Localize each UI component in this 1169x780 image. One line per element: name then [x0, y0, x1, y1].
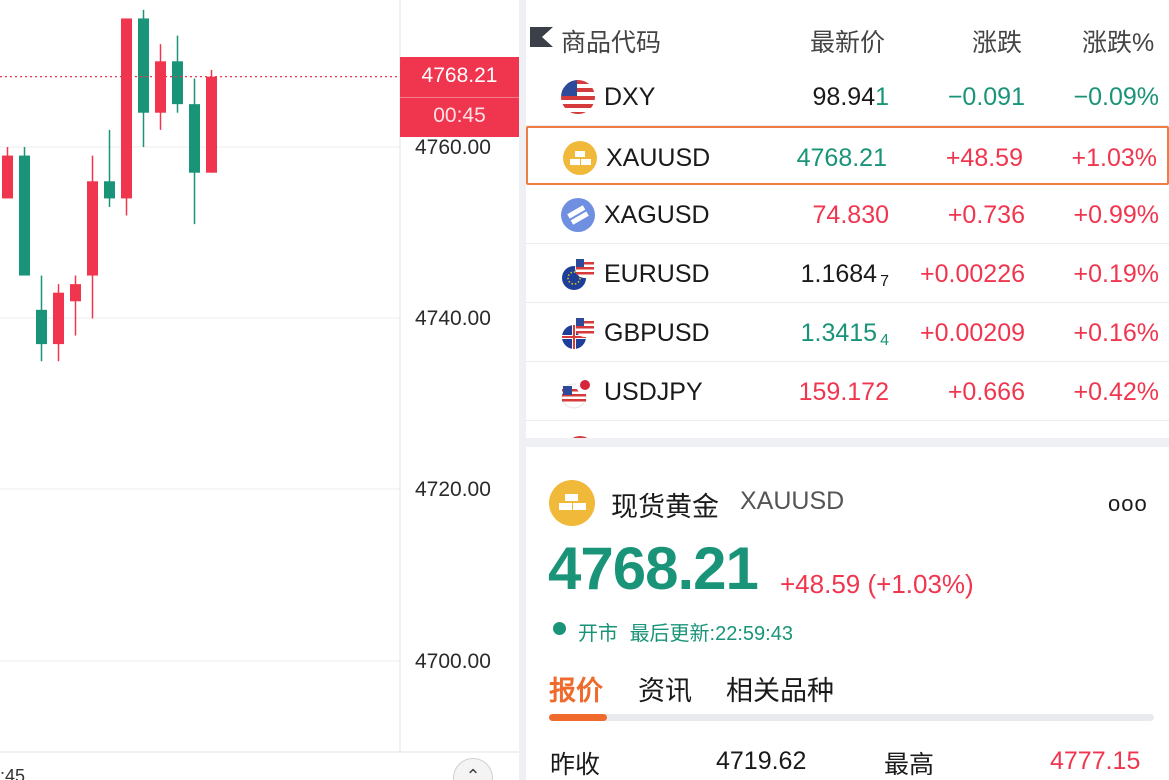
gold-bars-icon [563, 141, 597, 175]
quote-value-prev-close: 4719.62 [716, 747, 807, 775]
change-percent: +0.16% [1073, 319, 1160, 347]
candle-body [87, 181, 98, 276]
symbol-label: XAGUSD [604, 201, 710, 229]
last-price: 1.1684 7 [801, 260, 889, 291]
last-price-suffix: 1 [875, 83, 889, 111]
pane-divider[interactable] [519, 0, 526, 780]
last-price-main: 1.3415 [800, 319, 878, 347]
candle-body [121, 18, 132, 199]
symbol-label: GBPUSD [604, 319, 710, 347]
watchlist-row-partial[interactable] [526, 422, 1169, 438]
watchlist-row-xagusd[interactable]: XAGUSD 74.830 +0.736 +0.99% [526, 185, 1169, 244]
column-header-symbol[interactable]: 商品代码 [561, 23, 661, 59]
change-value: +0.00209 [920, 319, 1025, 347]
watchlist: 商品代码 最新价 涨跌 涨跌% DXY 98.941 −0.091 −0.09% XAU… [526, 0, 1169, 438]
symbol-label: DXY [604, 83, 656, 111]
candle-body [155, 61, 166, 113]
quote-value-high: 4777.15 [1050, 747, 1141, 775]
change-value: +0.666 [947, 378, 1025, 406]
tab-related[interactable]: 相关品种 [726, 669, 834, 708]
instrument-code: XAUUSD [740, 487, 845, 515]
column-header-change[interactable]: 涨跌 [972, 23, 1022, 59]
current-price-tag: 4768.21 00:45 [400, 57, 519, 137]
last-price-subdigit: 7 [880, 273, 889, 290]
silver-bars-icon [561, 198, 595, 232]
candle-body [53, 292, 64, 345]
symbol-label: EURUSD [604, 260, 710, 288]
change-value: +0.736 [947, 201, 1025, 229]
change-value: −0.091 [947, 83, 1025, 111]
current-price-label: 4768.21 [421, 64, 498, 87]
candle-body [36, 309, 47, 345]
tab-news[interactable]: 资讯 [638, 669, 692, 708]
tab-track [549, 714, 1154, 721]
price-tag-divider [400, 97, 519, 98]
candle-body [2, 155, 13, 199]
column-header-change-pct[interactable]: 涨跌% [1082, 23, 1154, 59]
watchlist-row-eurusd[interactable]: EURUSD 1.1684 7 +0.00226 +0.19% [526, 244, 1169, 303]
instrument-detail: 现货黄金 XAUUSD ooo 4768.21 +48.59 (+1.03%) … [526, 447, 1169, 780]
watchlist-row-dxy[interactable]: DXY 98.941 −0.091 −0.09% [526, 67, 1169, 126]
column-header-last[interactable]: 最新价 [810, 23, 885, 59]
change-percent: −0.09% [1073, 83, 1160, 111]
gb-us-flags-icon [562, 317, 595, 349]
instrument-name: 现货黄金 [611, 492, 719, 522]
quote-label-high: 最高 [884, 751, 935, 779]
market-open-dot-icon [553, 622, 566, 635]
gold-bars-icon [549, 480, 595, 526]
market-status: 开市 最后更新:22:59:43 [578, 617, 793, 646]
collapse-flag-icon[interactable] [528, 27, 553, 47]
last-price-main: 159.172 [798, 378, 889, 406]
candle-body [138, 18, 149, 113]
tab-active-indicator [549, 714, 607, 721]
quote-label-prev-close: 昨收 [550, 751, 601, 779]
last-updated: 最后更新:22:59:43 [629, 623, 793, 645]
candle-body [206, 76, 217, 173]
change-percent: +0.42% [1073, 378, 1160, 406]
time-axis-label: :45 [0, 766, 26, 780]
last-price: 74.830 [813, 201, 889, 230]
market-status-label: 开市 [578, 623, 618, 645]
price-axis-tick: 4740.00 [415, 307, 491, 330]
last-price: 98.941 [813, 83, 889, 112]
last-price-main: 1.1684 [800, 260, 878, 288]
price-axis-tick: 4700.00 [415, 650, 491, 673]
instrument-price: 4768.21 [548, 535, 759, 602]
candle-countdown: 00:45 [433, 104, 486, 127]
tab-quote[interactable]: 报价 [549, 669, 603, 708]
section-divider [526, 438, 1169, 447]
candle-body [172, 61, 183, 105]
candle-body [70, 284, 81, 302]
last-price: 1.3415 4 [801, 319, 889, 350]
instrument-change: +48.59 (+1.03%) [780, 569, 974, 599]
last-price-subdigit: 4 [880, 332, 889, 349]
us-jp-flags-icon [561, 376, 594, 409]
symbol-label: USDJPY [604, 378, 703, 406]
change-percent: +1.03% [1071, 144, 1158, 172]
last-price-main: 4768.21 [796, 144, 887, 172]
watchlist-row-gbpusd[interactable]: GBPUSD 1.3415 4 +0.00209 +0.16% [526, 303, 1169, 362]
symbol-label: XAUUSD [606, 144, 711, 172]
change-value: +0.00226 [920, 260, 1025, 288]
eur-us-flags-icon [562, 258, 595, 290]
us-flag-icon [561, 80, 595, 114]
last-price: 159.172 [799, 378, 889, 407]
candle-body [104, 181, 115, 199]
more-options-button[interactable]: ooo [1108, 491, 1148, 517]
watchlist-row-xauusd[interactable]: XAUUSD 4768.21 +48.59 +1.03% [526, 126, 1169, 185]
watchlist-row-usdjpy[interactable]: USDJPY 159.172 +0.666 +0.42% [526, 362, 1169, 421]
candle-body [189, 104, 200, 173]
chevron-up-icon: ⌃ [465, 766, 481, 780]
last-price-main: 98.94 [812, 83, 876, 111]
watchlist-header: 商品代码 最新价 涨跌 涨跌% [526, 0, 1169, 70]
last-price-main: 74.830 [812, 201, 889, 229]
change-percent: +0.99% [1073, 201, 1160, 229]
chart-pane[interactable]: 4760.00 4740.00 4720.00 4700.00 4768.21 … [0, 0, 519, 780]
price-axis-tick: 4720.00 [415, 478, 491, 501]
change-percent: +0.19% [1073, 260, 1160, 288]
price-axis-tick: 4760.00 [415, 136, 491, 159]
candle-body [19, 155, 30, 276]
last-price: 4768.21 [797, 144, 887, 173]
change-value: +48.59 [945, 144, 1023, 172]
